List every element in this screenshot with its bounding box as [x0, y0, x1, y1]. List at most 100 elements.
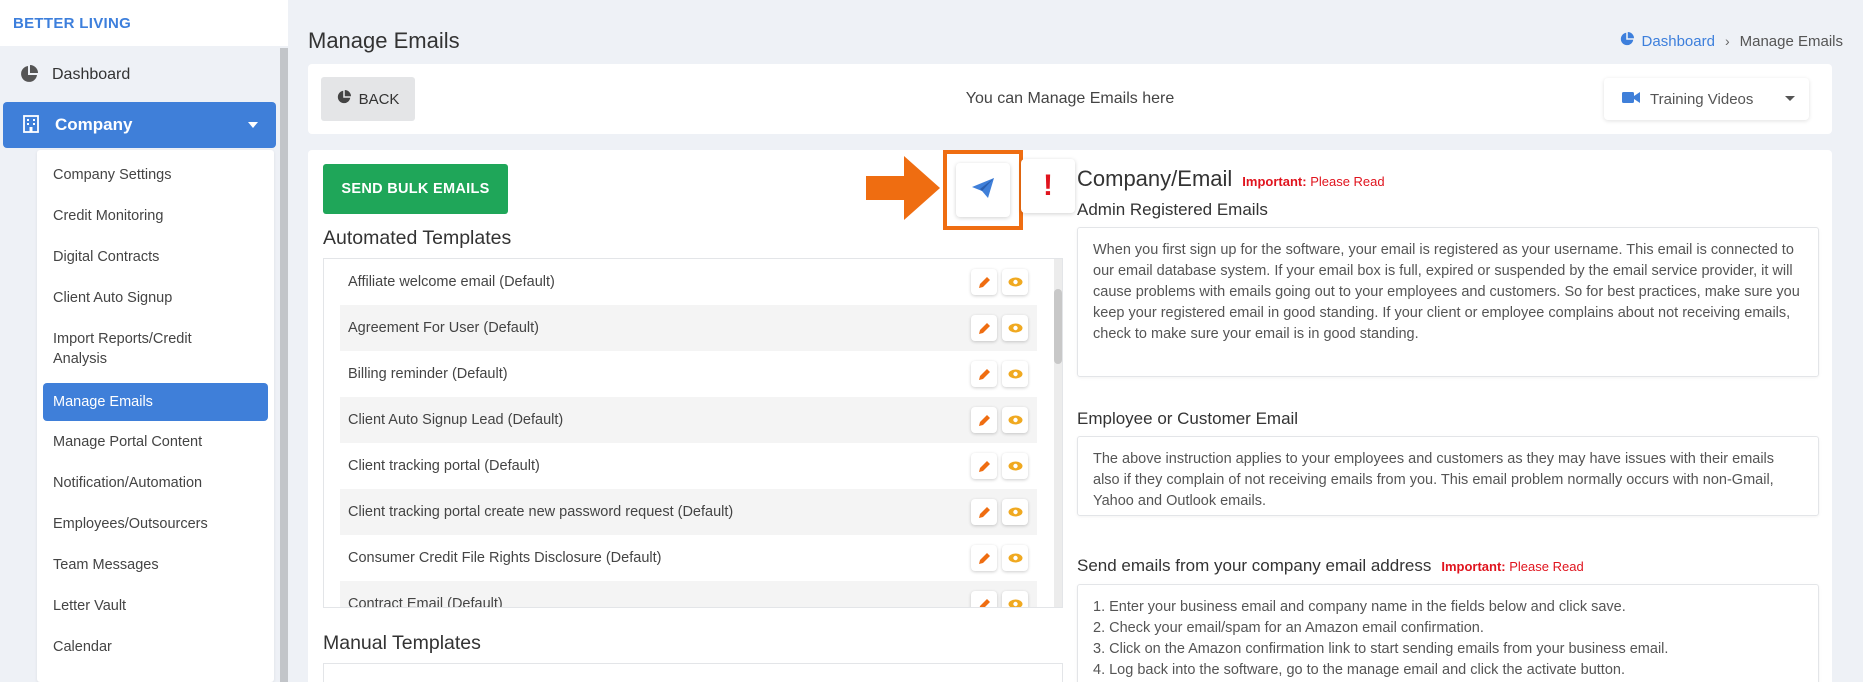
training-videos-label: Training Videos — [1650, 90, 1754, 108]
template-name: Consumer Credit File Rights Disclosure (… — [348, 550, 662, 566]
send-step: 3. Click on the Amazon confirmation link… — [1093, 641, 1669, 657]
eye-icon[interactable] — [1002, 545, 1028, 571]
template-row[interactable]: Affiliate welcome email (Default) — [340, 259, 1037, 305]
company-email-heading: Company/Email Important: Please Read — [1077, 166, 1385, 192]
video-camera-icon — [1622, 91, 1640, 108]
sidebar-item-dashboard[interactable]: Dashboard — [0, 52, 278, 98]
page-title: Manage Emails — [308, 28, 460, 53]
submenu-item[interactable]: Manage Portal Content — [37, 432, 274, 452]
template-row[interactable]: Contract Email (Default) — [340, 581, 1037, 608]
chevron-down-icon — [248, 122, 258, 128]
send-steps-list: 1. Enter your business email and company… — [1077, 584, 1819, 682]
important-note: Important: Please Read — [1242, 174, 1384, 189]
important-text: Please Read — [1509, 559, 1584, 574]
breadcrumb-home[interactable]: Dashboard — [1620, 32, 1715, 50]
pencil-icon[interactable] — [971, 269, 997, 295]
breadcrumb-current: Manage Emails — [1739, 32, 1843, 50]
admin-emails-text: When you first sign up for the software,… — [1077, 227, 1819, 377]
arrow-right-icon — [866, 156, 942, 225]
submenu-item[interactable]: Team Messages — [37, 555, 274, 575]
template-name: Billing reminder (Default) — [348, 366, 508, 382]
eye-icon[interactable] — [1002, 591, 1028, 607]
important-text: Please Read — [1310, 174, 1385, 189]
employee-email-heading: Employee or Customer Email — [1077, 409, 1299, 428]
eye-icon[interactable] — [1002, 453, 1028, 479]
template-name: Affiliate welcome email (Default) — [348, 274, 555, 290]
template-name: Contract Email (Default) — [348, 596, 503, 608]
highlight-frame — [943, 150, 1023, 230]
exclamation-icon: ! — [1043, 169, 1053, 202]
pencil-icon[interactable] — [971, 545, 997, 571]
manual-templates-list — [323, 663, 1063, 682]
important-note: Important: Please Read — [1441, 559, 1583, 574]
submenu-item-active[interactable]: Manage Emails — [43, 383, 268, 421]
chevron-down-icon — [1785, 96, 1795, 101]
pencil-icon[interactable] — [971, 453, 997, 479]
pie-chart-icon — [1620, 32, 1634, 50]
brand-logo[interactable]: BETTER LIVING — [0, 0, 288, 46]
eye-icon[interactable] — [1002, 407, 1028, 433]
pencil-icon[interactable] — [971, 315, 997, 341]
template-row[interactable]: Client tracking portal (Default) — [340, 443, 1037, 489]
list-scrollbar-thumb[interactable] — [1054, 289, 1062, 364]
template-name: Agreement For User (Default) — [348, 320, 539, 336]
warning-button[interactable]: ! — [1021, 159, 1075, 213]
pencil-icon[interactable] — [971, 591, 997, 607]
send-step: 2. Check your email/spam for an Amazon e… — [1093, 620, 1484, 636]
template-row[interactable]: Agreement For User (Default) — [340, 305, 1037, 351]
template-row[interactable]: Client tracking portal create new passwo… — [340, 489, 1037, 535]
paper-plane-icon — [972, 177, 994, 203]
template-name: Client tracking portal create new passwo… — [348, 504, 734, 520]
automated-templates-heading: Automated Templates — [323, 227, 512, 249]
sidebar-scrollbar[interactable] — [280, 48, 288, 682]
list-scrollbar[interactable] — [1054, 259, 1062, 607]
submenu-item[interactable]: Credit Monitoring — [37, 206, 274, 226]
pencil-icon[interactable] — [971, 407, 997, 433]
submenu-item[interactable]: Letter Vault — [37, 596, 274, 616]
send-email-button[interactable] — [956, 163, 1010, 217]
submenu-item[interactable]: Calendar — [37, 637, 274, 657]
send-step: 4. Log back into the software, go to the… — [1093, 662, 1625, 678]
content-card: SEND BULK EMAILS ! Automated Templates A… — [308, 150, 1832, 682]
important-label: Important: — [1242, 174, 1307, 189]
eye-icon[interactable] — [1002, 315, 1028, 341]
breadcrumb-home-label: Dashboard — [1641, 32, 1715, 50]
important-label: Important: — [1441, 559, 1506, 574]
automated-templates-list: Affiliate welcome email (Default) Agreem… — [323, 258, 1063, 608]
submenu-item[interactable]: Company Settings — [37, 165, 274, 185]
sidebar-item-label: Dashboard — [52, 66, 131, 83]
send-bulk-emails-button[interactable]: SEND BULK EMAILS — [323, 164, 508, 214]
pie-chart-icon — [20, 65, 40, 85]
eye-icon[interactable] — [1002, 499, 1028, 525]
submenu-item[interactable]: Import Reports/Credit Analysis — [37, 329, 237, 369]
eye-icon[interactable] — [1002, 269, 1028, 295]
company-email-title: Company/Email — [1077, 166, 1233, 191]
chevron-right-icon: › — [1724, 33, 1730, 49]
breadcrumb: Dashboard › Manage Emails — [1620, 32, 1843, 50]
sidebar: BETTER LIVING Dashboard Company Company … — [0, 0, 288, 682]
sidebar-item-label: Company — [55, 115, 133, 134]
template-name: Client tracking portal (Default) — [348, 458, 540, 474]
pencil-icon[interactable] — [971, 499, 997, 525]
employee-email-text: The above instruction applies to your em… — [1077, 436, 1819, 516]
send-step: 1. Enter your business email and company… — [1093, 599, 1626, 615]
send-company-email-heading: Send emails from your company email addr… — [1077, 556, 1584, 576]
training-videos-dropdown[interactable]: Training Videos — [1604, 78, 1809, 120]
submenu-item[interactable]: Digital Contracts — [37, 247, 274, 267]
building-icon — [23, 115, 43, 135]
eye-icon[interactable] — [1002, 361, 1028, 387]
manual-templates-heading: Manual Templates — [323, 632, 481, 654]
template-row[interactable]: Billing reminder (Default) — [340, 351, 1037, 397]
template-row[interactable]: Client Auto Signup Lead (Default) — [340, 397, 1037, 443]
admin-emails-heading: Admin Registered Emails — [1077, 200, 1268, 219]
template-row[interactable]: Consumer Credit File Rights Disclosure (… — [340, 535, 1037, 581]
top-action-bar: BACK You can Manage Emails here Training… — [308, 64, 1832, 134]
template-name: Client Auto Signup Lead (Default) — [348, 412, 564, 428]
company-submenu: Company Settings Credit Monitoring Digit… — [37, 150, 274, 682]
sidebar-item-company[interactable]: Company — [3, 102, 276, 148]
submenu-item[interactable]: Employees/Outsourcers — [37, 514, 274, 534]
send-company-email-title: Send emails from your company email addr… — [1077, 556, 1432, 575]
submenu-item[interactable]: Notification/Automation — [37, 473, 274, 493]
pencil-icon[interactable] — [971, 361, 997, 387]
submenu-item[interactable]: Client Auto Signup — [37, 288, 274, 308]
